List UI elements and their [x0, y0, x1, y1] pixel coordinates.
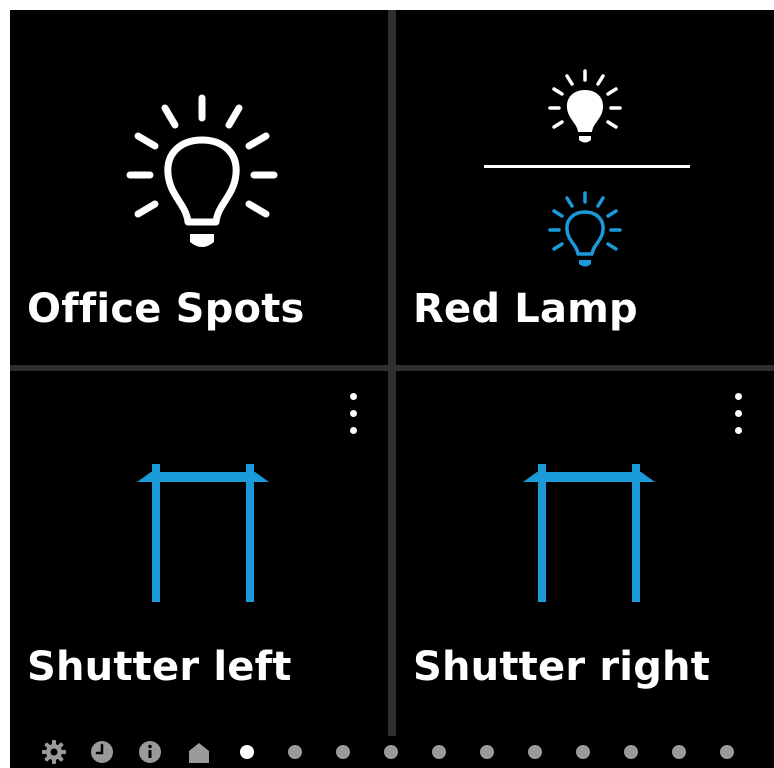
tile-label: Shutter right	[413, 644, 711, 690]
lightbulb-off-icon	[548, 191, 622, 267]
more-options-button[interactable]	[343, 391, 363, 437]
info-icon[interactable]	[138, 740, 162, 764]
tile-red-lamp[interactable]: Red Lamp	[396, 10, 774, 365]
device-screen: Office Spots Red Lamp Shutter left Shutt…	[10, 10, 774, 768]
tile-office-spots[interactable]: Office Spots	[10, 10, 388, 365]
gear-icon[interactable]	[41, 739, 67, 765]
grid-divider-horizontal	[10, 365, 774, 371]
page-dot[interactable]	[528, 745, 542, 759]
page-dot[interactable]	[288, 745, 302, 759]
shutter-icon	[523, 464, 655, 602]
page-dot[interactable]	[336, 745, 350, 759]
tile-shutter-right[interactable]: Shutter right	[396, 371, 774, 736]
tile-label: Office Spots	[27, 286, 305, 332]
page-dot[interactable]	[480, 745, 494, 759]
tile-label: Shutter left	[27, 644, 292, 690]
more-options-button[interactable]	[728, 391, 748, 437]
page-dot[interactable]	[672, 745, 686, 759]
page-dot[interactable]	[624, 745, 638, 759]
grid-divider-vertical	[388, 10, 396, 736]
page-dot[interactable]	[720, 745, 734, 759]
lamp-separator	[484, 165, 690, 168]
page-dot[interactable]	[576, 745, 590, 759]
shutter-icon	[137, 464, 269, 602]
clock-icon[interactable]	[90, 740, 114, 764]
tile-shutter-left[interactable]: Shutter left	[10, 371, 388, 736]
page-dot[interactable]	[384, 745, 398, 759]
page-indicator-bar	[10, 736, 774, 768]
page-dot[interactable]	[432, 745, 446, 759]
home-icon[interactable]	[187, 740, 211, 764]
tile-label: Red Lamp	[413, 286, 638, 332]
lightbulb-icon	[126, 94, 278, 247]
page-dot-active[interactable]	[240, 745, 254, 759]
lightbulb-on-icon	[548, 69, 622, 143]
